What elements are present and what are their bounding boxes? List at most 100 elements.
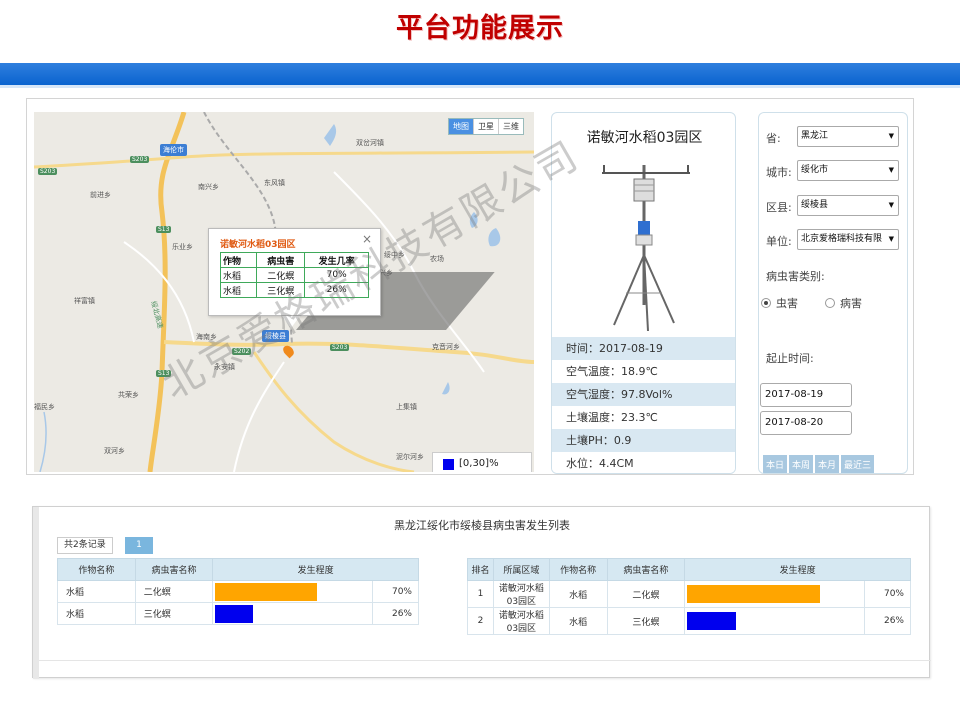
- date-range-label: 起止时间:: [766, 352, 814, 365]
- cell-area-line1: 诺敏河水稻: [498, 584, 544, 594]
- province-select[interactable]: 黑龙江 ▼: [797, 126, 899, 147]
- cell-pest: 三化螟: [606, 607, 686, 635]
- map-place-label: 共荣乡: [118, 391, 139, 399]
- map-type-2d-button[interactable]: 地图: [449, 119, 474, 134]
- cell-pest: 二化螟: [134, 580, 214, 603]
- slide-title: 平台功能展示: [396, 13, 564, 44]
- unit-value: 北京爱格瑞科技有限: [801, 234, 883, 244]
- legend-swatch: [443, 459, 454, 470]
- header-band: [0, 63, 960, 85]
- table-row: 水稻 三化螟 26%: [57, 602, 419, 625]
- cell-pct: 70%: [372, 580, 419, 603]
- radio-disease-label: 病害: [840, 297, 862, 310]
- station-soil-ph: 土壤PH：0.9: [552, 429, 735, 452]
- district-label: 区县:: [766, 201, 792, 214]
- map-place-label: 东风镇: [264, 179, 285, 187]
- radio-insect-label: 虫害: [776, 297, 798, 310]
- pest-list-panel: 黑龙江绥化市绥棱县病虫害发生列表 共2条记录 1 作物名称 病虫害名称 发生程度…: [32, 506, 931, 679]
- page-button[interactable]: 1: [125, 537, 153, 554]
- record-count: 共2条记录: [57, 537, 113, 554]
- station-name: 诺敏河水稻03园区: [586, 130, 703, 146]
- table-row: 1 诺敏河水稻 03园区 水稻 二化螟 70%: [467, 580, 911, 608]
- level-bar: [215, 604, 254, 623]
- monitoring-screenshot: 地图 卫星 三维 海伦市 双岔河镇 东风镇 南兴乡 前进乡 乐业乡 农场 祥富镇…: [26, 98, 914, 475]
- col-crop: 作物名称: [548, 558, 608, 581]
- map-type-3d-button[interactable]: 三维: [499, 119, 523, 134]
- col-level: 发生程度: [684, 558, 911, 581]
- slide: 平台功能展示 地图 卫星 三维 海伦市 双岔河镇 东风镇 南兴乡 前进乡 乐业乡…: [0, 0, 960, 720]
- map-place-label: 双河乡: [104, 447, 125, 455]
- start-date-input[interactable]: 2017-08-19: [760, 383, 852, 407]
- cell-crop: 水稻: [57, 580, 136, 603]
- level-bar: [215, 582, 318, 601]
- cell-crop: 水稻: [548, 607, 608, 635]
- header-band-edge: [0, 85, 960, 88]
- map-place-label: 祥富镇: [74, 297, 95, 305]
- cell-pct: 70%: [864, 580, 911, 608]
- map-place-label: 福民乡: [34, 403, 55, 411]
- city-select[interactable]: 绥化市 ▼: [797, 160, 899, 181]
- province-label: 省:: [766, 132, 781, 145]
- station-air-humidity: 空气湿度：97.8Vol%: [552, 383, 735, 406]
- recent-button[interactable]: 最近三: [841, 455, 875, 473]
- map-type-satellite-button[interactable]: 卫星: [474, 119, 499, 134]
- dropdown-arrow-icon: ▼: [888, 201, 894, 209]
- col-rank: 排名: [467, 558, 494, 581]
- cell-area: 诺敏河水稻 03园区: [492, 607, 550, 635]
- station-soil-temp: 土壤温度：23.3℃: [552, 406, 735, 429]
- dropdown-arrow-icon: ▼: [888, 166, 894, 174]
- map-place-label: 双岔河镇: [356, 139, 384, 147]
- dropdown-arrow-icon: ▼: [888, 235, 894, 243]
- table-row: 2 诺敏河水稻 03园区 水稻 三化螟 26%: [467, 607, 911, 635]
- road-tag: S13: [156, 226, 172, 233]
- ranking-table: 排名 所属区域 作物名称 病虫害名称 发生程度 1 诺敏河水稻 03园区 水稻 二…: [467, 558, 911, 635]
- district-select[interactable]: 绥棱县 ▼: [797, 195, 899, 216]
- map-place-label: 泥尔河乡: [396, 453, 424, 461]
- filter-panel: 省: 黑龙江 ▼ 城市: 绥化市 ▼ 区县: 绥棱县 ▼ 单位: 北京爱格瑞科技有限 ▼…: [758, 112, 908, 474]
- col-pest: 病虫害名称: [134, 558, 214, 581]
- unit-select[interactable]: 北京爱格瑞科技有限 ▼: [797, 229, 899, 250]
- cell-bar: [684, 607, 866, 635]
- station-water-level: 水位：4.4CM: [552, 452, 735, 473]
- quick-range-buttons: 本日 本周 本月 最近三: [763, 455, 876, 473]
- unit-label: 单位:: [766, 235, 792, 248]
- station-time: 时间：2017-08-19: [552, 337, 735, 360]
- station-readings: 时间：2017-08-19 空气温度：18.9℃ 空气湿度：97.8Vol% 土…: [552, 337, 735, 473]
- cell-area-line1: 诺敏河水稻: [498, 611, 544, 621]
- map-place-label: 南兴乡: [198, 183, 219, 191]
- cell-pest: 二化螟: [606, 580, 686, 608]
- cell-area: 诺敏河水稻 03园区: [492, 580, 550, 608]
- map-place-label: 乐业乡: [172, 243, 193, 251]
- radio-disease[interactable]: 病害: [825, 295, 862, 311]
- road-tag: S203: [130, 156, 150, 163]
- cell-bar: [212, 602, 374, 625]
- cell-rank: 1: [467, 580, 494, 608]
- radio-insect[interactable]: 虫害: [761, 295, 798, 311]
- weather-station-icon: [602, 165, 690, 332]
- city-value: 绥化市: [801, 165, 829, 175]
- this-week-button[interactable]: 本周: [789, 455, 814, 473]
- road-tag: S203: [38, 168, 58, 175]
- cell-area-line2: 03园区: [506, 624, 537, 634]
- end-date-input[interactable]: 2017-08-20: [760, 411, 852, 435]
- level-bar: [687, 612, 737, 630]
- cell-crop: 水稻: [548, 580, 608, 608]
- col-crop: 作物名称: [57, 558, 136, 581]
- col-level: 发生程度: [212, 558, 419, 581]
- summary-table: 作物名称 病虫害名称 发生程度 水稻 二化螟 70% 水稻 三化螟 26%: [57, 558, 419, 625]
- province-value: 黑龙江: [801, 131, 829, 141]
- popup-title: 诺敏河水稻03园区: [220, 240, 296, 250]
- popup-header-crop: 作物: [219, 252, 258, 268]
- today-button[interactable]: 本日: [763, 455, 788, 473]
- legend-text: [0,30]%: [459, 458, 499, 469]
- city-tag: 海伦市: [160, 144, 187, 156]
- popup-cell: 水稻: [219, 267, 258, 283]
- radio-unchecked-icon: [825, 298, 835, 308]
- map-place-label: 克音河乡: [432, 343, 460, 351]
- this-month-button[interactable]: 本月: [815, 455, 840, 473]
- map-legend: [0,30]%: [432, 452, 532, 472]
- col-area: 所属区域: [492, 558, 550, 581]
- cell-rank: 2: [467, 607, 494, 635]
- map-place-label: 前进乡: [90, 191, 111, 199]
- road-tag: S203: [330, 344, 350, 351]
